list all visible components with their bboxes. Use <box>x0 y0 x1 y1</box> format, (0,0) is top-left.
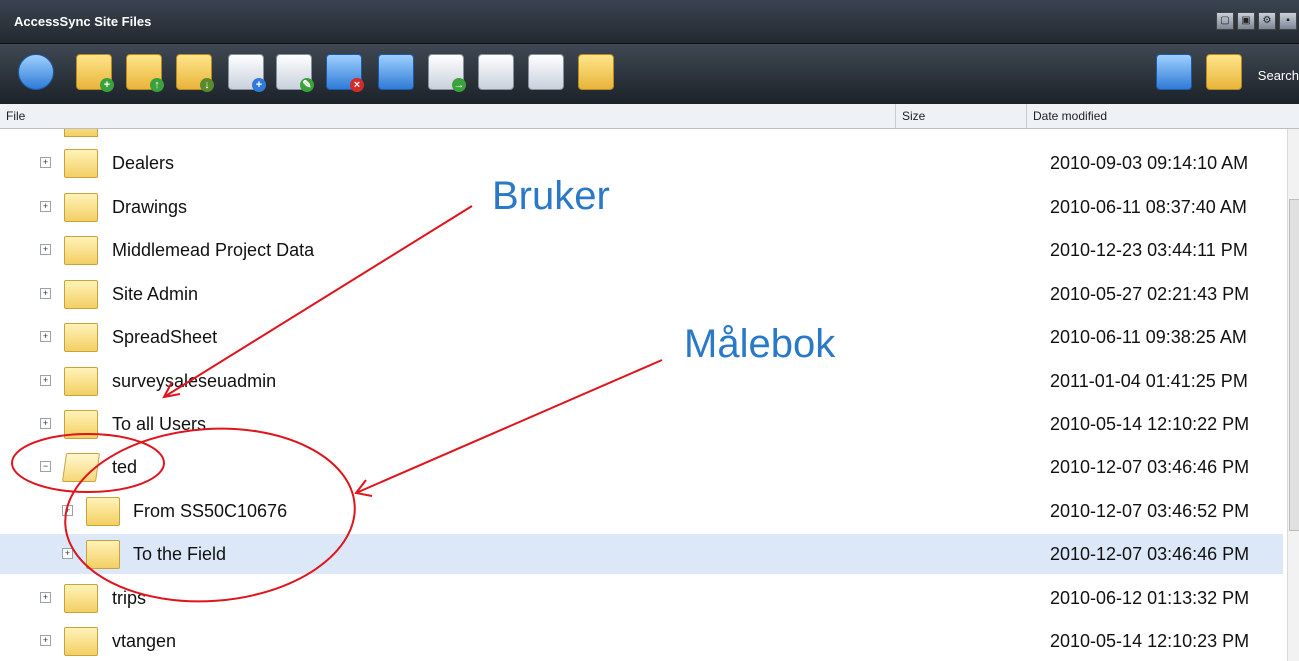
folder-icon <box>64 367 98 396</box>
item-date: 2010-12-07 03:46:46 PM <box>1050 544 1250 564</box>
list-item[interactable]: + To all Users 2010-05-14 12:10:22 PM <box>0 404 1283 444</box>
history-icon[interactable] <box>478 54 514 90</box>
item-name: Middlemead Project Data <box>112 240 315 260</box>
item-name: surveysaleseuadmin <box>112 371 277 391</box>
expand-icon[interactable]: + <box>40 418 51 429</box>
item-date: 2011-01-04 01:41:25 PM <box>1050 371 1248 391</box>
expand-icon[interactable]: + <box>62 548 73 559</box>
header-date[interactable]: Date modified <box>1033 109 1107 123</box>
settings-button[interactable]: ⚙ <box>1258 12 1276 30</box>
item-name: ted <box>112 457 138 477</box>
list-item[interactable]: + Site Admin 2010-05-27 02:21:43 PM <box>0 274 1283 314</box>
list-item[interactable]: − ted 2010-12-07 03:46:46 PM <box>0 447 1283 487</box>
folder-icon <box>64 323 98 352</box>
folder-icon <box>64 149 98 178</box>
list-item[interactable]: + From SS50C10676 2010-12-07 03:46:52 PM <box>0 491 1283 531</box>
annotation-label-user: Bruker <box>492 174 610 218</box>
list-item[interactable]: + Drawings 2010-06-11 08:37:40 AM <box>0 187 1283 227</box>
item-date: 2010-06-11 09:38:25 AM <box>1050 327 1247 347</box>
window-titlebar: AccessSync Site Files ▢ ▣ ⚙ ▪ <box>0 0 1299 44</box>
list-item[interactable]: + SpreadSheet 2010-06-11 09:38:25 AM <box>0 317 1283 357</box>
expand-icon[interactable]: + <box>40 331 51 342</box>
folder-icon <box>64 129 98 137</box>
item-date: 2010-05-27 02:21:43 PM <box>1050 284 1250 304</box>
list-item-selected[interactable]: + To the Field 2010-12-07 03:46:46 PM <box>0 534 1283 574</box>
list-item[interactable]: + Dealers 2010-09-03 09:14:10 AM <box>0 143 1283 183</box>
close-button[interactable]: ▪ <box>1279 12 1297 30</box>
header-file[interactable]: File <box>6 109 25 123</box>
expand-icon[interactable]: + <box>40 288 51 299</box>
item-date: 2010-05-14 12:10:22 PM <box>1050 414 1250 434</box>
new-folder-icon[interactable]: + <box>76 54 114 92</box>
folder-icon <box>64 627 98 656</box>
item-name: To the Field <box>133 544 227 564</box>
upload-folder-icon[interactable]: ↑ <box>126 54 164 92</box>
folder-icon <box>64 584 98 613</box>
column-headers: File Size Date modified <box>0 104 1299 129</box>
list-item[interactable]: + trips 2010-06-12 01:13:32 PM <box>0 578 1283 618</box>
item-date: 2010-12-07 03:46:46 PM <box>1050 457 1250 477</box>
item-date: 2010-06-12 01:13:32 PM <box>1050 588 1250 608</box>
minimize-button[interactable]: ▢ <box>1216 12 1234 30</box>
item-date: 2010-06-11 08:37:40 AM <box>1050 197 1247 217</box>
share-folder-icon[interactable] <box>578 54 614 90</box>
item-name: SpreadSheet <box>112 327 218 347</box>
item-date: 2010-05-14 12:10:23 PM <box>1050 631 1250 651</box>
item-name: vtangen <box>112 631 177 651</box>
delete-icon[interactable]: × <box>326 54 364 92</box>
file-list: + Dealers 2010-09-03 09:14:10 AM + Drawi… <box>0 129 1283 661</box>
item-name: From SS50C10676 <box>133 501 288 521</box>
item-name: Dealers <box>112 153 175 173</box>
expand-icon[interactable]: + <box>40 592 51 603</box>
list-item[interactable]: + surveysaleseuadmin 2011-01-04 01:41:25… <box>0 361 1283 401</box>
folder-icon <box>64 236 98 265</box>
header-size[interactable]: Size <box>902 109 925 123</box>
window-title: AccessSync Site Files <box>14 14 152 29</box>
collapse-icon[interactable]: − <box>40 461 51 472</box>
expand-icon[interactable]: + <box>62 505 73 516</box>
folder-icon <box>86 540 120 569</box>
folder-icon <box>64 280 98 309</box>
folder-icon <box>64 193 98 222</box>
toolbar: + ↑ ↓ + ✎ × → Search <box>0 44 1299 104</box>
download-folder-icon[interactable]: ↓ <box>176 54 214 92</box>
move-icon[interactable]: → <box>428 54 466 92</box>
item-date: 2010-09-03 09:14:10 AM <box>1050 153 1249 173</box>
search-label[interactable]: Search <box>1258 68 1299 83</box>
item-name: trips <box>112 588 147 608</box>
sync-icon[interactable] <box>1156 54 1192 90</box>
item-date: 2010-12-23 03:44:11 PM <box>1050 240 1248 260</box>
search-icon[interactable] <box>1206 54 1242 90</box>
item-name: To all Users <box>112 414 207 434</box>
refresh-icon[interactable] <box>18 54 54 90</box>
item-name: Site Admin <box>112 284 199 304</box>
expand-icon[interactable]: + <box>40 244 51 255</box>
vertical-scrollbar[interactable] <box>1287 129 1299 661</box>
list-item[interactable]: + Middlemead Project Data 2010-12-23 03:… <box>0 230 1283 270</box>
expand-icon[interactable]: + <box>40 201 51 212</box>
item-name: Drawings <box>112 197 188 217</box>
annotation-label-book: Målebok <box>684 322 836 366</box>
expand-icon[interactable]: + <box>40 635 51 646</box>
expand-icon[interactable]: + <box>40 157 51 168</box>
list-icon[interactable] <box>378 54 414 90</box>
list-item[interactable]: + vtangen 2010-05-14 12:10:23 PM <box>0 621 1283 661</box>
folder-icon <box>86 497 120 526</box>
scrollbar-thumb[interactable] <box>1289 199 1299 531</box>
item-date: 2010-12-07 03:46:52 PM <box>1050 501 1250 521</box>
edit-icon[interactable]: ✎ <box>276 54 314 92</box>
expand-icon[interactable]: + <box>40 375 51 386</box>
open-folder-icon <box>61 453 101 482</box>
preview-icon[interactable]: + <box>228 54 266 92</box>
restore-button[interactable]: ▣ <box>1237 12 1255 30</box>
folder-icon <box>64 410 98 439</box>
copy-icon[interactable] <box>528 54 564 90</box>
